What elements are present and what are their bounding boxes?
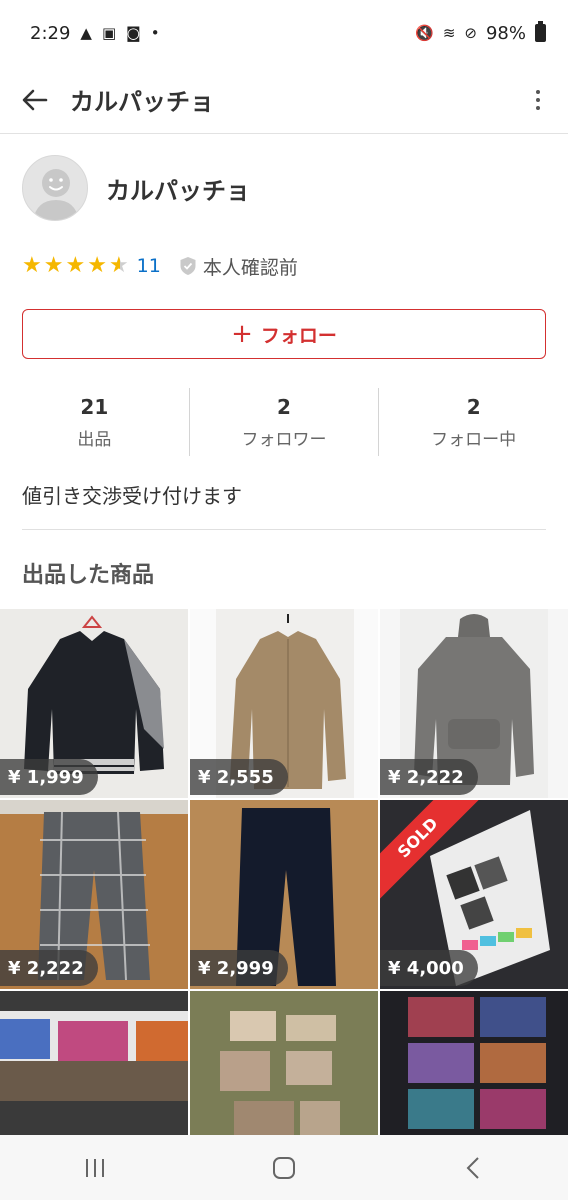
item-tile-shirt[interactable]: ¥ 2,555 [190, 609, 378, 798]
item-price: ¥ 4,000 [380, 950, 478, 986]
item-price: ¥ 2,222 [0, 950, 98, 986]
stat-label: フォロワー [241, 429, 327, 450]
star-icon: ★ [87, 253, 107, 278]
half-star-icon: ★ [108, 253, 129, 278]
rating-row[interactable]: ★ ★ ★ ★ ★ 11 本人確認前 [22, 252, 298, 280]
home-icon [272, 1156, 295, 1179]
app-icon: ◙ [126, 23, 141, 42]
section-title: 出品した商品 [22, 563, 155, 588]
stat-value: 2 [466, 394, 481, 419]
profile-stats: 21 出品 2 フォロワー 2 フォロー中 [0, 388, 568, 456]
system-nav-bar [0, 1135, 568, 1200]
status-time: 2:29 [30, 22, 71, 44]
chevron-left-icon [466, 1156, 480, 1179]
recent-apps-icon [85, 1158, 104, 1177]
star-icon: ★ [43, 253, 64, 278]
back-nav-button[interactable] [433, 1143, 513, 1193]
avatar[interactable] [22, 155, 88, 221]
item-price: ¥ 2,999 [190, 950, 288, 986]
stat-label: フォロー中 [431, 429, 517, 450]
item-tile-navy-pants[interactable]: ¥ 2,999 [190, 800, 378, 989]
rating-count[interactable]: 11 [137, 255, 161, 277]
wifi-icon: ≋ [442, 23, 456, 42]
stat-value: 21 [80, 394, 109, 419]
verification-label: 本人確認前 [202, 256, 298, 279]
stat-value: 2 [277, 394, 291, 419]
item-tile-hoodie[interactable]: ¥ 2,222 [380, 609, 568, 798]
stat-following[interactable]: 2 フォロー中 [378, 388, 568, 456]
dnd-icon: ⊘ [464, 23, 477, 42]
shield-icon [180, 257, 196, 275]
battery-percent: 98% [485, 22, 526, 44]
back-arrow-icon [22, 89, 48, 110]
item-tile-plaid-pants[interactable]: ¥ 2,222 [0, 800, 188, 989]
star-icon: ★ [65, 253, 86, 278]
default-avatar-icon [33, 169, 79, 220]
mute-icon: 🔇 [415, 23, 434, 42]
status-bar: 2:29 ▲ ▣ ◙ • 🔇 ≋ ⊘ 98% [0, 0, 568, 66]
profile-header: カルパッチョ [22, 155, 250, 221]
rating-stars: ★ ★ ★ ★ ★ [22, 255, 129, 277]
warning-icon: ▲ [80, 23, 92, 42]
more-icon [536, 89, 540, 94]
app-bar: カルパッチョ [0, 66, 568, 134]
plus-icon: + [231, 319, 253, 349]
stat-followers[interactable]: 2 フォロワー [188, 388, 379, 456]
verification-status: 本人確認前 [179, 253, 298, 280]
item-price: ¥ 1,999 [0, 759, 98, 795]
item-price: ¥ 2,555 [190, 759, 288, 795]
home-button[interactable] [244, 1143, 324, 1193]
item-tile-jacket[interactable]: ¥ 1,999 [0, 609, 188, 798]
notification-icon: ▣ [101, 23, 117, 42]
recent-apps-button[interactable] [55, 1143, 135, 1193]
more-notifications-dot: • [150, 23, 160, 42]
battery-icon [535, 21, 546, 42]
profile-name: カルパッチョ [106, 176, 250, 205]
divider [22, 529, 546, 530]
item-price: ¥ 2,222 [380, 759, 478, 795]
star-icon: ★ [22, 253, 42, 278]
back-button[interactable] [0, 66, 70, 134]
more-options-button[interactable] [508, 66, 568, 134]
stat-listings[interactable]: 21 出品 [0, 388, 189, 456]
follow-button-label: フォロー [260, 324, 337, 347]
profile-bio: 値引き交渉受け付けます [22, 484, 242, 508]
stat-label: 出品 [77, 429, 112, 450]
item-tile-katamino[interactable]: SOLD ¥ 4,000 [380, 800, 568, 989]
follow-button[interactable]: + フォロー [22, 309, 546, 359]
page-title: カルパッチョ [70, 88, 214, 116]
